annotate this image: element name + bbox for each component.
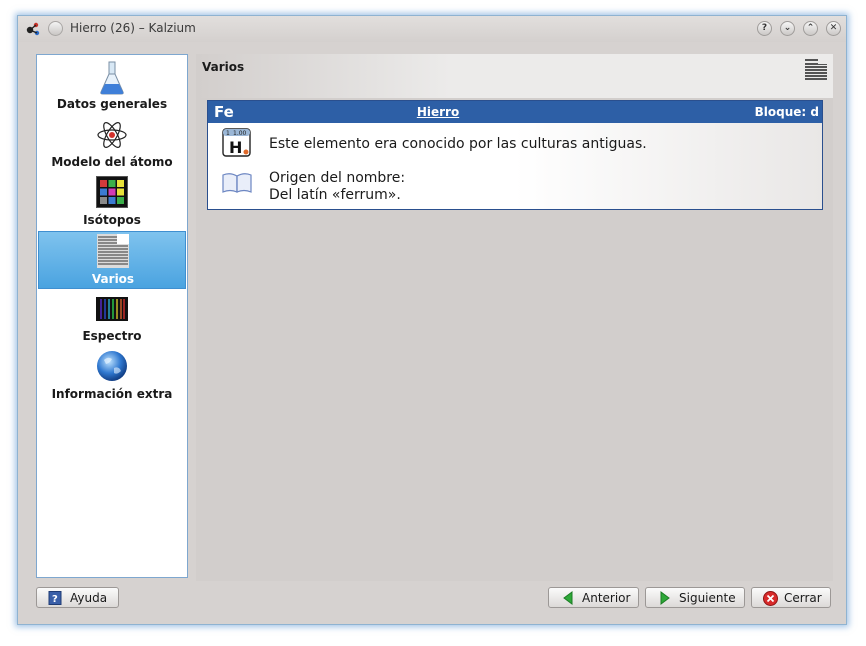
tile-number: 1 bbox=[226, 130, 230, 137]
window-menu-button[interactable] bbox=[48, 21, 63, 36]
close-circle-icon bbox=[763, 591, 778, 606]
flask-icon bbox=[100, 61, 124, 95]
element-details: 1 1.00 H Este elemento era conocido por … bbox=[208, 123, 822, 209]
isotopes-grid-icon bbox=[96, 176, 128, 208]
sidebar-item-label: Información extra bbox=[51, 387, 173, 401]
misc-lines-icon bbox=[97, 234, 129, 268]
help-window-button[interactable]: ? bbox=[757, 21, 772, 36]
tile-mass: 1.00 bbox=[233, 130, 247, 137]
page-title: Varios bbox=[202, 60, 245, 74]
misc-lines-icon bbox=[805, 57, 828, 80]
window-title: Hierro (26) – Kalzium bbox=[70, 21, 196, 35]
sidebar-item-label: Datos generales bbox=[56, 97, 168, 111]
sidebar-item-label: Espectro bbox=[82, 329, 142, 343]
sidebar-item-isotopos[interactable]: Isótopos bbox=[38, 173, 186, 231]
title-bar[interactable]: Hierro (26) – Kalzium ? ⌄ ⌃ ✕ bbox=[18, 16, 846, 42]
previous-button[interactable]: Anterior bbox=[548, 587, 639, 608]
page-content: Varios Fe Hierro Bloque: d 1 1.00 H Este… bbox=[196, 54, 833, 581]
sidebar-item-label: Isótopos bbox=[83, 213, 141, 227]
origin-label: Origen del nombre: bbox=[269, 170, 406, 186]
page-list: Datos generales Modelo del átomo Isótopo… bbox=[36, 54, 188, 578]
element-name-link[interactable]: Hierro bbox=[208, 105, 668, 119]
globe-icon bbox=[97, 351, 127, 381]
maximize-button[interactable]: ⌃ bbox=[803, 21, 818, 36]
element-block: Bloque: d bbox=[754, 105, 819, 119]
help-button[interactable]: ? Ayuda bbox=[36, 587, 119, 608]
close-button[interactable]: Cerrar bbox=[751, 587, 831, 608]
arrow-right-icon bbox=[660, 591, 670, 605]
svg-text:?: ? bbox=[52, 594, 58, 605]
kalzium-dialog: Hierro (26) – Kalzium ? ⌄ ⌃ ✕ Datos gene… bbox=[17, 15, 847, 625]
known-since-text: Este elemento era conocido por las cultu… bbox=[269, 136, 647, 152]
sidebar-item-label: Varios bbox=[91, 272, 135, 286]
book-icon bbox=[222, 173, 252, 193]
tile-symbol: H bbox=[229, 138, 242, 157]
sidebar-item-label: Modelo del átomo bbox=[51, 155, 173, 169]
origin-value: Del latín «ferrum». bbox=[269, 187, 401, 203]
previous-button-label: Anterior bbox=[582, 591, 631, 605]
element-info-box: Fe Hierro Bloque: d 1 1.00 H Este elemen… bbox=[207, 100, 823, 210]
kalzium-app-icon[interactable] bbox=[25, 21, 41, 37]
sidebar-item-varios[interactable]: Varios bbox=[38, 231, 186, 289]
sidebar-item-datos-generales[interactable]: Datos generales bbox=[38, 57, 186, 115]
sidebar-item-informacion-extra[interactable]: Información extra bbox=[38, 347, 186, 405]
next-button-label: Siguiente bbox=[679, 591, 736, 605]
close-window-button[interactable]: ✕ bbox=[826, 21, 841, 36]
minimize-button[interactable]: ⌄ bbox=[780, 21, 795, 36]
spectrum-icon bbox=[96, 297, 128, 321]
element-header: Fe Hierro Bloque: d bbox=[208, 101, 822, 123]
next-button[interactable]: Siguiente bbox=[645, 587, 745, 608]
close-button-label: Cerrar bbox=[784, 591, 822, 605]
help-button-label: Ayuda bbox=[70, 591, 108, 605]
element-tile-icon: 1 1.00 H bbox=[222, 128, 251, 157]
help-book-icon: ? bbox=[48, 591, 62, 605]
arrow-left-icon bbox=[563, 591, 573, 605]
page-header: Varios bbox=[196, 54, 833, 98]
sidebar-item-espectro[interactable]: Espectro bbox=[38, 289, 186, 347]
sidebar-item-modelo-del-atomo[interactable]: Modelo del átomo bbox=[38, 115, 186, 173]
atom-icon bbox=[97, 122, 127, 148]
